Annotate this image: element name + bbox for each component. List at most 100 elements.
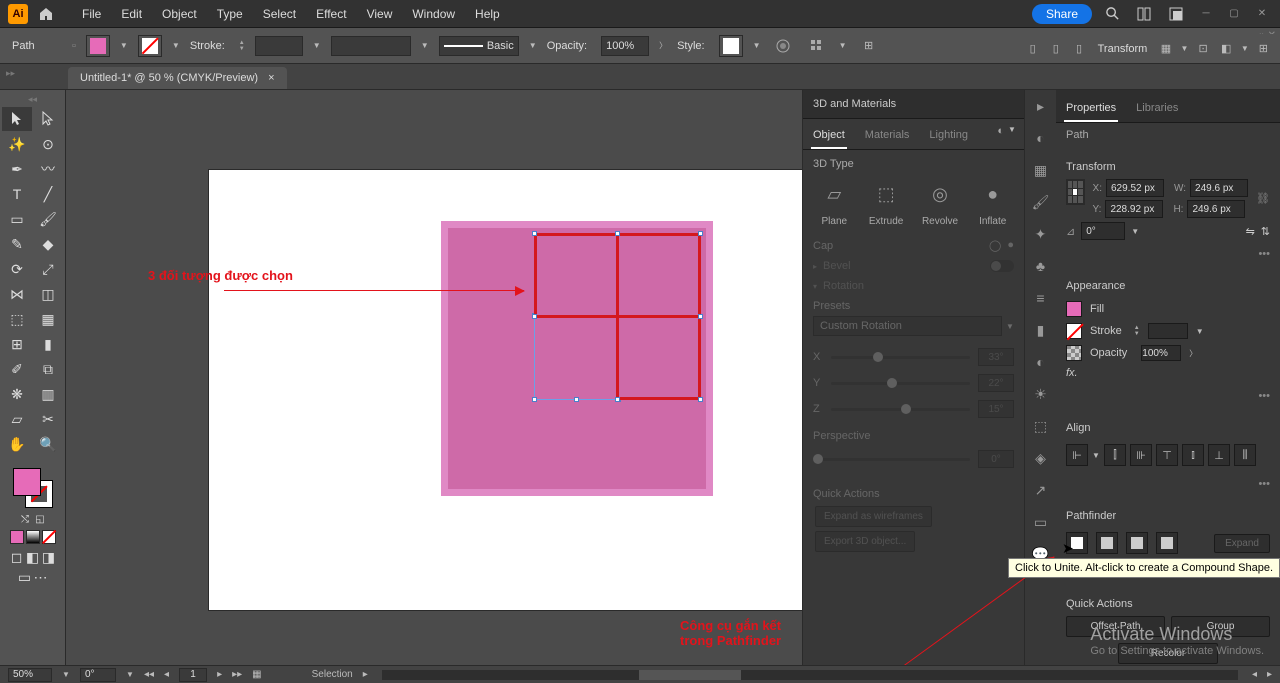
- transform-label[interactable]: Transform: [1098, 43, 1148, 55]
- bevel-section[interactable]: ▸ Bevel: [803, 256, 1024, 276]
- minimize-button[interactable]: ─: [1196, 7, 1216, 21]
- tab-close-icon[interactable]: ×: [268, 72, 274, 84]
- align-icon[interactable]: [805, 34, 829, 58]
- offset-path-button[interactable]: Offset Path: [1066, 616, 1165, 637]
- align-bottom-button[interactable]: ⊥: [1208, 444, 1230, 466]
- page-prev-one-icon[interactable]: ◂: [164, 669, 169, 680]
- flip-v-icon[interactable]: ⇅: [1261, 225, 1270, 238]
- align-hcenter-button[interactable]: ⫿: [1104, 444, 1126, 466]
- width-tool[interactable]: ⋈: [2, 282, 32, 306]
- appearance-opacity-input[interactable]: [1141, 345, 1181, 361]
- align-right-icon[interactable]: ▯: [1070, 37, 1087, 61]
- share-button[interactable]: Share: [1032, 4, 1092, 24]
- menu-window[interactable]: Window: [402, 7, 465, 21]
- distribute-button[interactable]: ⫼: [1234, 444, 1256, 466]
- strip-graphic-styles-icon[interactable]: ⬚: [1031, 416, 1051, 436]
- align-top-button[interactable]: ⊤: [1156, 444, 1178, 466]
- perspective-value[interactable]: 0°: [978, 450, 1014, 468]
- blend-tool[interactable]: ⧉: [33, 357, 63, 381]
- selection-tool[interactable]: [2, 107, 32, 131]
- stroke-swatch[interactable]: [138, 35, 162, 57]
- color-mode[interactable]: [10, 530, 24, 544]
- shaper-tool[interactable]: ✎: [2, 232, 32, 256]
- tabs-collapse-icon[interactable]: ▸▸: [6, 68, 15, 79]
- 3d-type-inflate[interactable]: ●Inflate: [977, 178, 1009, 227]
- strip-transparency-icon[interactable]: ◐: [1031, 352, 1051, 372]
- transform-icon[interactable]: ⊞: [857, 34, 881, 58]
- zoom-input[interactable]: [8, 668, 52, 682]
- pathfinder-minus-front-button[interactable]: [1096, 532, 1118, 554]
- menu-file[interactable]: File: [72, 7, 111, 21]
- rotation-section[interactable]: ▾ Rotation: [803, 276, 1024, 296]
- symbol-sprayer-tool[interactable]: ❋: [2, 382, 32, 406]
- rotate-input[interactable]: [80, 668, 116, 682]
- shape-red-square-1[interactable]: [534, 233, 619, 318]
- strip-symbols-icon[interactable]: ✦: [1031, 224, 1051, 244]
- page-prev-icon[interactable]: ◂◂: [144, 669, 154, 680]
- rectangle-tool[interactable]: ▭: [2, 207, 32, 231]
- close-button[interactable]: ✕: [1252, 7, 1272, 21]
- flip-h-icon[interactable]: ⇋: [1246, 225, 1255, 238]
- cap-on-icon[interactable]: ◯: [989, 239, 1001, 252]
- brush-definition[interactable]: Basic: [439, 36, 519, 56]
- style-swatch[interactable]: [719, 35, 743, 57]
- stroke-weight-input[interactable]: [255, 36, 303, 56]
- group-button[interactable]: Group: [1171, 616, 1270, 637]
- fill-color-box[interactable]: [13, 468, 41, 496]
- more-icon[interactable]: ⊞: [1255, 37, 1272, 61]
- align-left-button[interactable]: ⊩: [1066, 444, 1088, 466]
- preset-dropdown[interactable]: Custom Rotation: [813, 316, 1002, 336]
- align-right-button[interactable]: ⊪: [1130, 444, 1152, 466]
- appearance-more-icon[interactable]: •••: [1056, 388, 1280, 408]
- maximize-button[interactable]: ▢: [1224, 7, 1244, 21]
- canvas[interactable]: 3 đối tượng được chọn Công cụ gắn kết tr…: [66, 90, 802, 665]
- strip-artboards-icon[interactable]: ▭: [1031, 512, 1051, 532]
- draw-behind-icon[interactable]: ◧: [26, 550, 40, 564]
- angle-input[interactable]: [1081, 222, 1125, 240]
- toolbar-collapse-icon[interactable]: ◂◂: [2, 94, 63, 105]
- page-input[interactable]: [179, 668, 207, 682]
- strip-appearance-icon[interactable]: ☀: [1031, 384, 1051, 404]
- opacity-input[interactable]: [601, 36, 649, 56]
- align-obj-icon[interactable]: ▦: [1157, 37, 1174, 61]
- artboard-nav-icon[interactable]: ▦: [252, 669, 261, 680]
- menu-view[interactable]: View: [357, 7, 403, 21]
- lasso-tool[interactable]: ⊙: [33, 132, 63, 156]
- appearance-opacity-swatch[interactable]: [1066, 345, 1082, 361]
- strip-gradient-icon[interactable]: ▮: [1031, 320, 1051, 340]
- menu-effect[interactable]: Effect: [306, 7, 356, 21]
- slice-tool[interactable]: ✂: [33, 407, 63, 431]
- document-tab[interactable]: Untitled-1* @ 50 % (CMYK/Preview) ×: [68, 67, 287, 89]
- stroke-weight-stepper[interactable]: ▲▼: [239, 40, 245, 52]
- strip-color-icon[interactable]: ◐: [1031, 128, 1051, 148]
- artboard-tool[interactable]: ▱: [2, 407, 32, 431]
- shape-red-square-2[interactable]: [616, 233, 701, 318]
- opacity-dropdown[interactable]: 〉: [659, 40, 667, 51]
- export-3d-button[interactable]: Export 3D object...: [815, 531, 915, 552]
- status-dropdown-icon[interactable]: ▸: [363, 669, 368, 680]
- menu-edit[interactable]: Edit: [111, 7, 152, 21]
- isolate-icon[interactable]: ⊡: [1194, 37, 1211, 61]
- menu-select[interactable]: Select: [253, 7, 306, 21]
- link-wh-icon[interactable]: ⛓: [1256, 192, 1270, 205]
- rotate-tool[interactable]: ⟳: [2, 257, 32, 281]
- transform-more-icon[interactable]: •••: [1056, 246, 1280, 266]
- 3d-type-extrude[interactable]: ⬚Extrude: [869, 178, 903, 227]
- strip-layers-icon[interactable]: ◈: [1031, 448, 1051, 468]
- magic-wand-tool[interactable]: ✨: [2, 132, 32, 156]
- axis-X-slider[interactable]: [831, 356, 970, 359]
- none-mode[interactable]: [42, 530, 56, 544]
- fill-swatch[interactable]: [86, 35, 110, 57]
- default-colors-icon[interactable]: ◱: [33, 512, 47, 526]
- home-icon[interactable]: [36, 4, 56, 24]
- menu-type[interactable]: Type: [207, 7, 253, 21]
- screen-mode-icon[interactable]: ▭: [18, 570, 32, 584]
- reference-point-selector[interactable]: [1066, 179, 1085, 205]
- eraser-tool[interactable]: ◆: [33, 232, 63, 256]
- pen-tool[interactable]: ✒: [2, 157, 32, 181]
- search-icon[interactable]: [1100, 2, 1124, 26]
- strip-chevron-icon[interactable]: ▸: [1031, 96, 1051, 116]
- align-left-icon[interactable]: ▯: [1024, 37, 1041, 61]
- perspective-tool[interactable]: ▦: [33, 307, 63, 331]
- render-icon[interactable]: ◐: [997, 125, 1004, 137]
